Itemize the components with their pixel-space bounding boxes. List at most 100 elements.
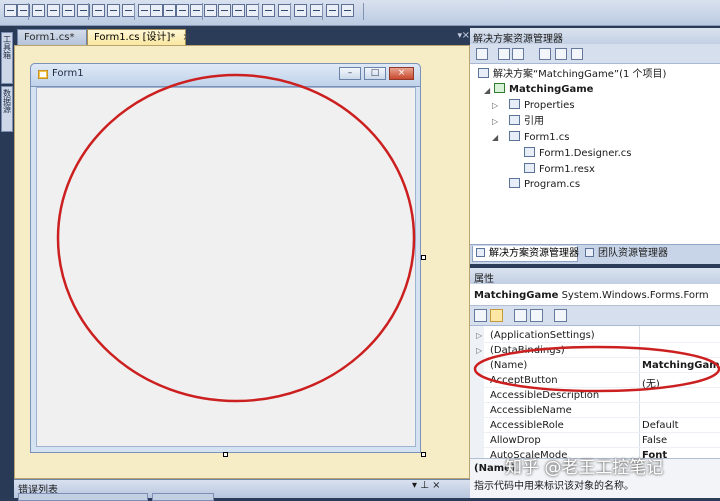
resize-handle-right[interactable]: [421, 255, 426, 260]
property-pages-icon[interactable]: [554, 309, 567, 322]
form-file-icon: [509, 131, 520, 141]
tab-form1-designer[interactable]: Form1.cs [设计]* ×: [87, 29, 191, 45]
tab-close-icon[interactable]: ×: [182, 32, 190, 43]
decrease-vertical-spacing-icon[interactable]: [232, 4, 245, 17]
expand-icon[interactable]: ▷: [492, 117, 498, 126]
property-name: AccessibleRole: [490, 420, 564, 431]
make-same-width-icon[interactable]: [92, 4, 105, 17]
increase-vertical-spacing-icon[interactable]: [218, 4, 231, 17]
toolbox-tab[interactable]: 工具箱: [1, 32, 13, 84]
resx-file-icon: [524, 163, 535, 173]
tree-label: 解决方案“MatchingGame”(1 个项目): [493, 69, 667, 80]
selected-object: MatchingGame System.Windows.Forms.Form: [474, 290, 709, 301]
watermark: 知乎 @老王工控笔记: [505, 458, 664, 478]
solution-explorer-icon: [476, 248, 485, 257]
horizontal-spacing-equal-icon[interactable]: [150, 4, 163, 17]
tree-node-references[interactable]: 引用: [509, 115, 544, 128]
expand-icon[interactable]: ▷: [492, 101, 498, 110]
toolbar-separator: [28, 3, 29, 20]
make-same-height-icon[interactable]: [107, 4, 120, 17]
events-icon[interactable]: [530, 309, 543, 322]
property-name: (ApplicationSettings): [490, 330, 595, 341]
toolbar-separator: [88, 3, 89, 20]
object-type: System.Windows.Forms.Form: [561, 290, 709, 301]
align-tops-icon[interactable]: [47, 4, 60, 17]
properties-toolbar: [470, 306, 720, 326]
refresh-icon[interactable]: [512, 48, 524, 60]
toolbar-separator: [322, 3, 323, 20]
show-all-files-icon[interactable]: [498, 48, 510, 60]
document-close-icon[interactable]: ×: [462, 30, 470, 41]
categorized-icon[interactable]: [474, 309, 487, 322]
left-tool-strip: 工具箱 数据源: [0, 26, 14, 498]
properties-icon[interactable]: [476, 48, 488, 60]
tree-node-project[interactable]: MatchingGame: [494, 83, 593, 96]
tab-team-explorer[interactable]: 团队资源管理器: [582, 246, 672, 262]
tab-form1-code-label: Form1.cs*: [24, 32, 75, 43]
properties-folder-icon: [509, 99, 520, 109]
center-horizontally-icon[interactable]: [262, 4, 275, 17]
tree-node-form1[interactable]: Form1.cs: [509, 131, 569, 144]
tree-label: Form1.cs: [524, 132, 570, 143]
toolbar-separator: [134, 3, 135, 20]
document-tab-strip: Form1.cs* Form1.cs [设计]* × ▾ ×: [14, 26, 470, 45]
bring-to-front-icon[interactable]: [294, 4, 307, 17]
tree-label: Properties: [524, 100, 575, 111]
collapse-icon[interactable]: ◢: [492, 133, 498, 142]
increase-horizontal-spacing-icon[interactable]: [163, 4, 176, 17]
object-name: MatchingGame: [474, 290, 559, 301]
collapse-icon[interactable]: ◢: [484, 86, 490, 95]
view-class-diagram-icon[interactable]: [571, 48, 583, 60]
alphabetical-icon[interactable]: [490, 309, 503, 322]
resize-handle-bottom-right[interactable]: [421, 452, 426, 457]
data-sources-tab-label: 数据源: [2, 89, 12, 113]
tree-label: Form1.Designer.cs: [539, 148, 632, 159]
toolbar-options-icon[interactable]: [341, 4, 354, 17]
error-list-controls[interactable]: ▾ ⊥ ×: [412, 480, 440, 491]
property-name: AllowDrop: [490, 435, 541, 446]
references-icon: [509, 115, 520, 125]
tab-solution-explorer[interactable]: 解决方案资源管理器: [472, 246, 579, 262]
tab-label: 团队资源管理器: [598, 248, 668, 259]
align-rights-icon[interactable]: [32, 4, 45, 17]
red-annotation-ellipse: [473, 345, 720, 393]
align-lefts-icon[interactable]: [4, 4, 17, 17]
tree-node-properties[interactable]: Properties: [509, 99, 575, 112]
toolbar-separator: [258, 3, 259, 20]
tab-form1-code[interactable]: Form1.cs*: [17, 29, 87, 45]
expand-icon[interactable]: ▷: [476, 331, 482, 340]
error-list-subtab[interactable]: [18, 493, 148, 501]
error-list-subtab[interactable]: [152, 493, 214, 501]
resize-handle-bottom[interactable]: [223, 452, 228, 457]
toolbar-separator: [290, 3, 291, 20]
property-value[interactable]: Default: [642, 420, 679, 431]
tree-label: 引用: [524, 116, 544, 127]
vertical-spacing-equal-icon[interactable]: [204, 4, 217, 17]
view-designer-icon[interactable]: [555, 48, 567, 60]
properties-title: 属性: [474, 274, 494, 285]
toolbox-tab-label: 工具箱: [2, 35, 12, 59]
tree-node-program[interactable]: Program.cs: [509, 178, 580, 191]
cs-file-icon: [509, 178, 520, 188]
solution-explorer-title: 解决方案资源管理器: [473, 34, 563, 45]
properties-header: [470, 268, 720, 284]
csharp-project-icon: [494, 83, 505, 93]
form-icon: [38, 70, 48, 79]
description-text: 指示代码中用来标识该对象的名称。: [474, 481, 634, 492]
tree-node-form1-designer[interactable]: Form1.Designer.cs: [524, 147, 632, 160]
toolbar-separator: [202, 3, 203, 20]
decrease-horizontal-spacing-icon[interactable]: [176, 4, 189, 17]
tab-form1-designer-label: Form1.cs [设计]*: [94, 32, 176, 43]
red-annotation-circle: [56, 73, 416, 403]
tab-order-icon[interactable]: [326, 4, 339, 17]
solution-icon: [478, 68, 489, 78]
properties-view-icon[interactable]: [514, 309, 527, 322]
tree-label: Program.cs: [524, 179, 581, 190]
team-explorer-icon: [585, 248, 594, 257]
tree-node-solution[interactable]: 解决方案“MatchingGame”(1 个项目): [478, 68, 666, 81]
view-code-icon[interactable]: [539, 48, 551, 60]
align-middles-icon[interactable]: [62, 4, 75, 17]
data-sources-tab[interactable]: 数据源: [1, 86, 13, 132]
property-value[interactable]: False: [642, 435, 667, 446]
tree-node-form1-resx[interactable]: Form1.resx: [524, 163, 595, 176]
